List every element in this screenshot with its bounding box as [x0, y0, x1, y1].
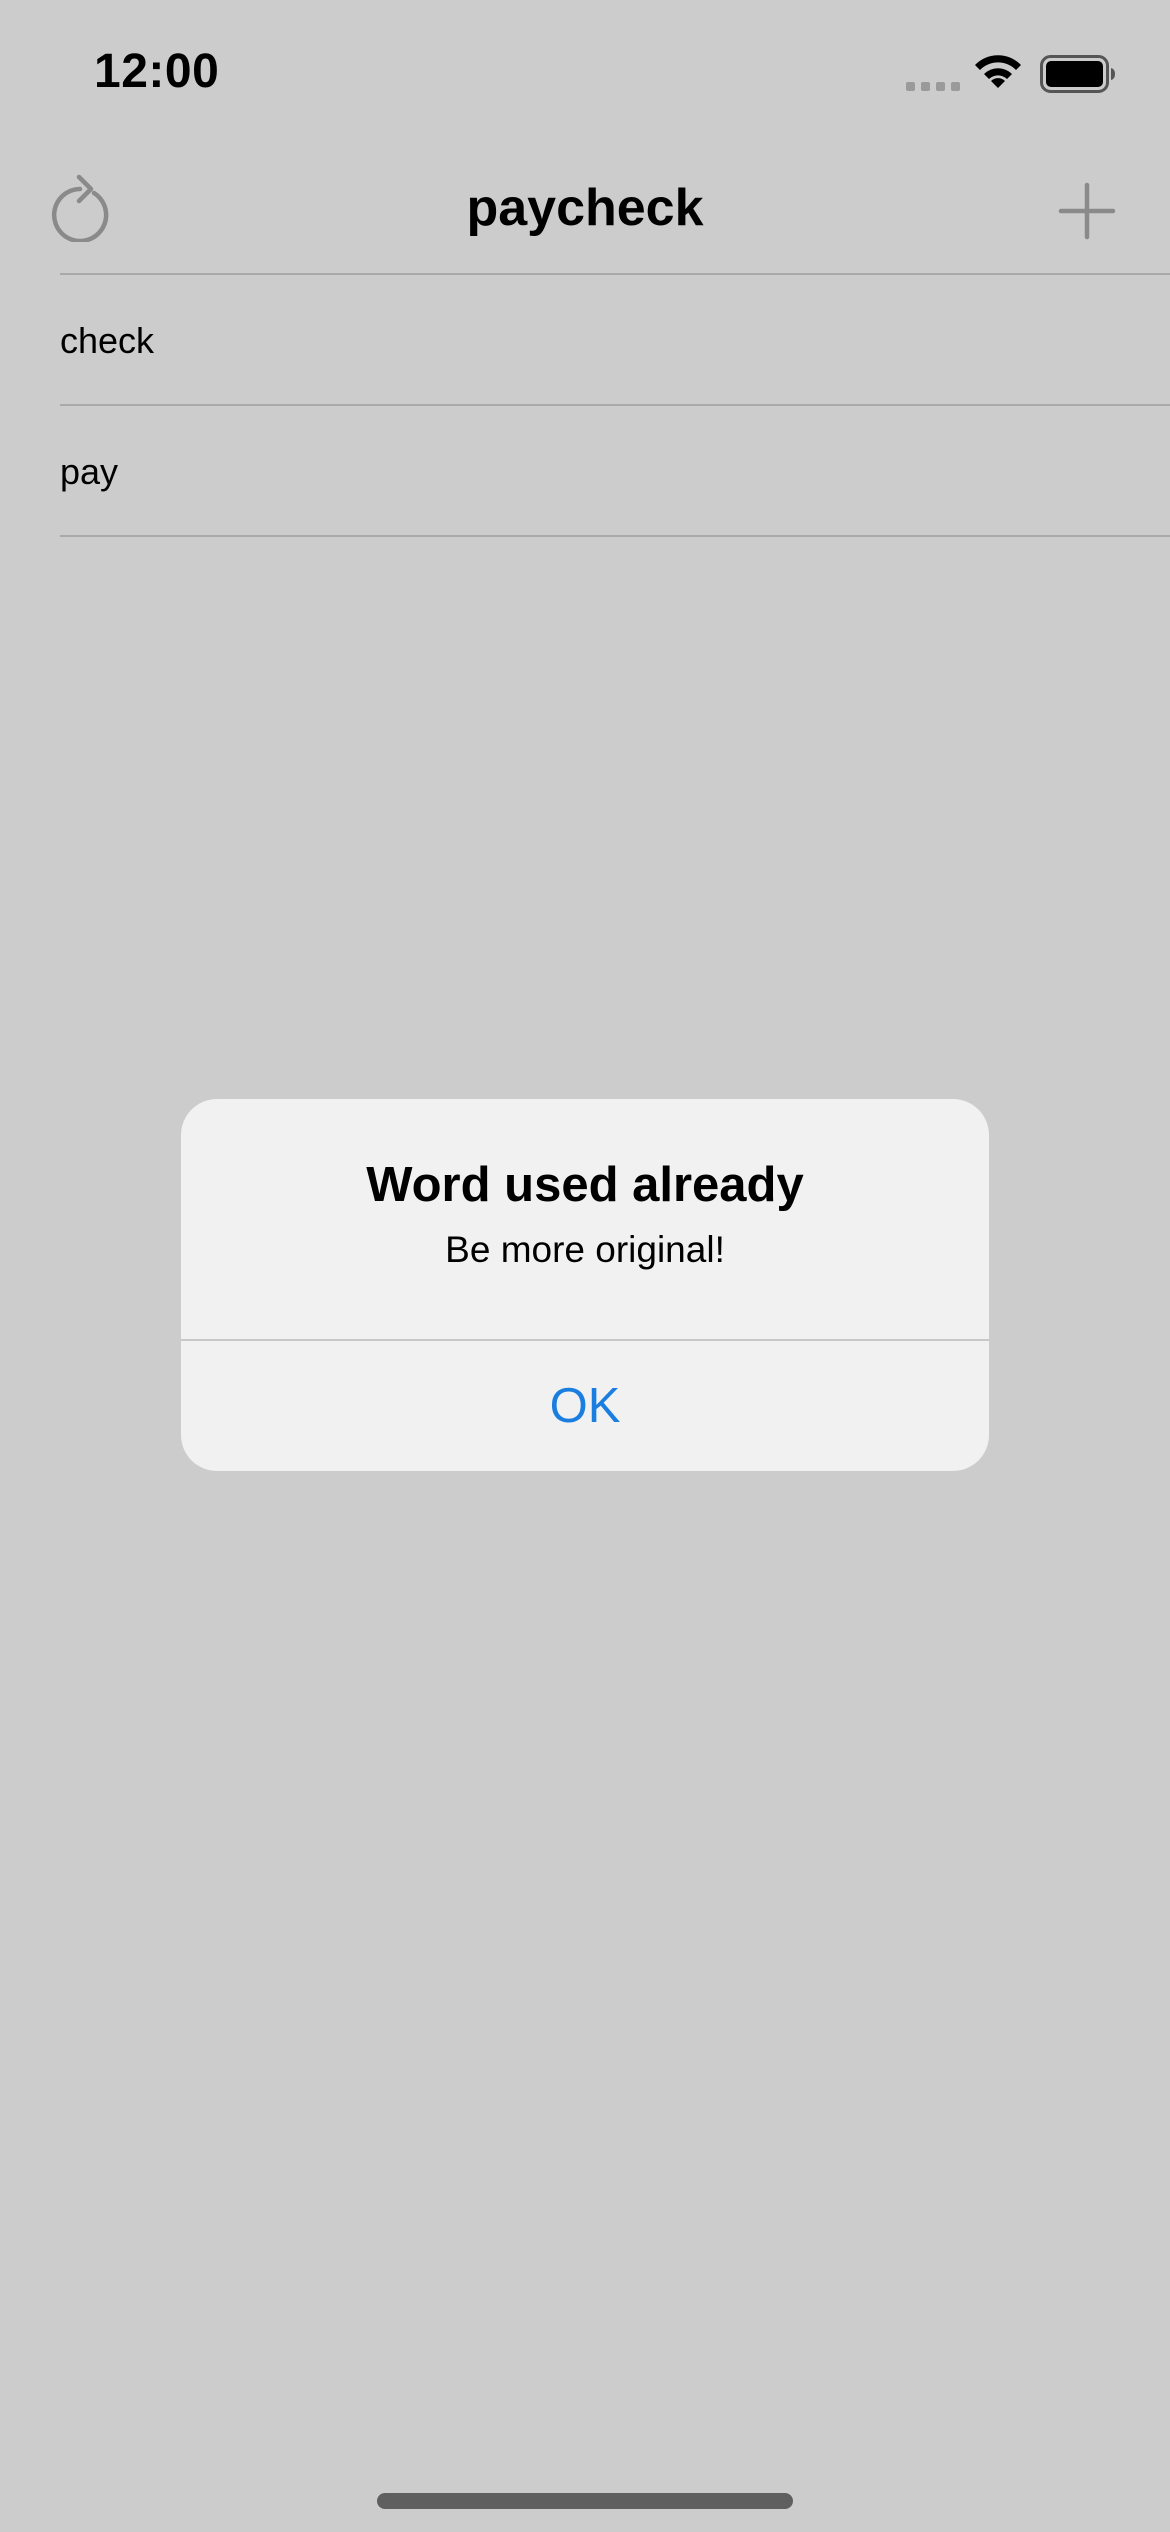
add-button[interactable]	[1052, 176, 1122, 246]
alert-message: Be more original!	[445, 1228, 725, 1270]
alert-content: Word used already Be more original!	[181, 1099, 989, 1339]
nav-title: paycheck	[466, 179, 704, 237]
list-item[interactable]: pay	[0, 406, 1170, 537]
ok-button[interactable]: OK	[181, 1341, 989, 1471]
alert-title: Word used already	[366, 1158, 804, 1212]
status-time: 12:00	[94, 45, 220, 98]
list-item[interactable]: check	[0, 275, 1170, 406]
list-item-label: check	[60, 319, 155, 361]
navigation-bar: paycheck	[0, 140, 1170, 274]
word-list: check pay	[0, 275, 1170, 537]
alert-dialog: Word used already Be more original! OK	[181, 1099, 989, 1471]
status-bar: 12:00	[0, 0, 1170, 140]
cellular-signal-icon	[906, 82, 960, 91]
app-screen: 12:00 paycheck check pay Word used alrea…	[0, 0, 1170, 2532]
plus-icon	[1058, 182, 1116, 240]
home-indicator[interactable]	[377, 2493, 793, 2509]
list-item-label: pay	[60, 450, 119, 492]
wifi-icon	[975, 55, 1021, 88]
battery-icon	[1040, 55, 1115, 93]
